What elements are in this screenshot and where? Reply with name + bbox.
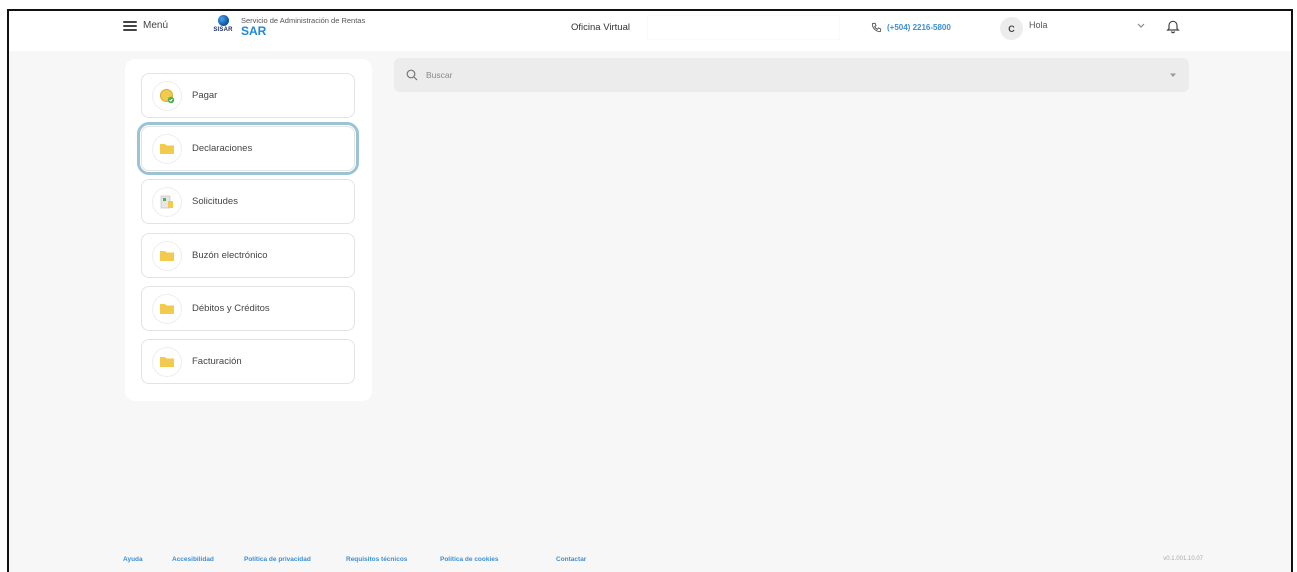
top-header: Menú SISAR Servicio de Administración de… bbox=[9, 11, 1291, 51]
logo-main-text: SAR bbox=[241, 24, 267, 38]
footer-link-contactar[interactable]: Contactar bbox=[556, 556, 586, 563]
logo-mark: SISAR bbox=[209, 15, 237, 33]
side-item-label: Buzón electrónico bbox=[192, 250, 268, 261]
globe-icon bbox=[217, 15, 229, 26]
pagar-icon-wrap bbox=[152, 80, 182, 111]
footer-link-accesibilidad[interactable]: Accesibilidad bbox=[172, 556, 214, 563]
debitos-icon-wrap bbox=[152, 293, 182, 324]
folder-icon bbox=[160, 304, 174, 314]
side-item-facturacion[interactable]: Facturación bbox=[141, 339, 355, 384]
footer-link-requisitos[interactable]: Requisitos técnicos bbox=[346, 556, 407, 563]
phone-number: (+504) 2216-5800 bbox=[887, 23, 951, 32]
side-item-label: Débitos y Créditos bbox=[192, 303, 270, 314]
user-menu[interactable]: C Hola bbox=[1000, 17, 1138, 40]
buzon-icon-wrap bbox=[152, 240, 182, 271]
bell-icon[interactable] bbox=[1165, 17, 1181, 35]
side-item-declaraciones[interactable]: Declaraciones bbox=[137, 122, 359, 175]
search-dropdown-icon[interactable] bbox=[1169, 71, 1177, 79]
search-input[interactable] bbox=[426, 70, 1126, 80]
coin-icon bbox=[160, 88, 175, 103]
hamburger-icon bbox=[123, 20, 137, 31]
footer-link-privacidad[interactable]: Política de privacidad bbox=[244, 556, 311, 563]
side-item-label: Solicitudes bbox=[192, 196, 238, 207]
sar-logo[interactable]: SISAR Servicio de Administración de Rent… bbox=[209, 15, 365, 38]
phone-icon bbox=[871, 22, 882, 33]
phone-link[interactable]: (+504) 2216-5800 bbox=[871, 22, 951, 33]
search-bar[interactable] bbox=[394, 58, 1189, 92]
menu-label: Menú bbox=[143, 20, 169, 31]
folder-icon bbox=[160, 357, 174, 367]
search-icon bbox=[406, 69, 418, 81]
chevron-down-icon[interactable] bbox=[1136, 20, 1146, 30]
declaraciones-icon-wrap bbox=[152, 133, 182, 164]
office-title: Oficina Virtual bbox=[571, 22, 630, 33]
user-greeting: Hola bbox=[1029, 19, 1048, 30]
user-name-field bbox=[1063, 30, 1138, 40]
office-name-field bbox=[647, 15, 840, 40]
side-item-pagar[interactable]: Pagar bbox=[141, 73, 355, 118]
menu-button[interactable]: Menú bbox=[123, 20, 168, 31]
side-item-label: Facturación bbox=[192, 356, 242, 367]
logo-text: Servicio de Administración de Rentas SAR bbox=[241, 15, 365, 38]
folder-icon bbox=[160, 251, 174, 261]
app-window: Menú SISAR Servicio de Administración de… bbox=[7, 9, 1293, 572]
side-item-debitos-creditos[interactable]: Débitos y Créditos bbox=[141, 286, 355, 331]
side-item-buzon-electronico[interactable]: Buzón electrónico bbox=[141, 233, 355, 278]
version-label: v0.1.001.10.07 bbox=[1163, 556, 1203, 562]
footer-link-ayuda[interactable]: Ayuda bbox=[123, 556, 143, 563]
side-item-label: Declaraciones bbox=[192, 143, 253, 154]
facturacion-icon-wrap bbox=[152, 346, 182, 377]
avatar: C bbox=[1000, 17, 1023, 40]
document-icon bbox=[160, 195, 173, 208]
solicitudes-icon-wrap bbox=[152, 186, 182, 217]
side-item-label: Pagar bbox=[192, 90, 218, 101]
footer-link-cookies[interactable]: Política de cookies bbox=[440, 556, 499, 563]
side-menu-panel: Pagar Declaraciones Solicitudes Buzón el… bbox=[125, 59, 372, 401]
folder-icon bbox=[160, 144, 174, 154]
logo-small-text: SISAR bbox=[213, 27, 233, 33]
side-item-solicitudes[interactable]: Solicitudes bbox=[141, 179, 355, 224]
footer: Ayuda Accesibilidad Política de privacid… bbox=[123, 556, 1203, 570]
